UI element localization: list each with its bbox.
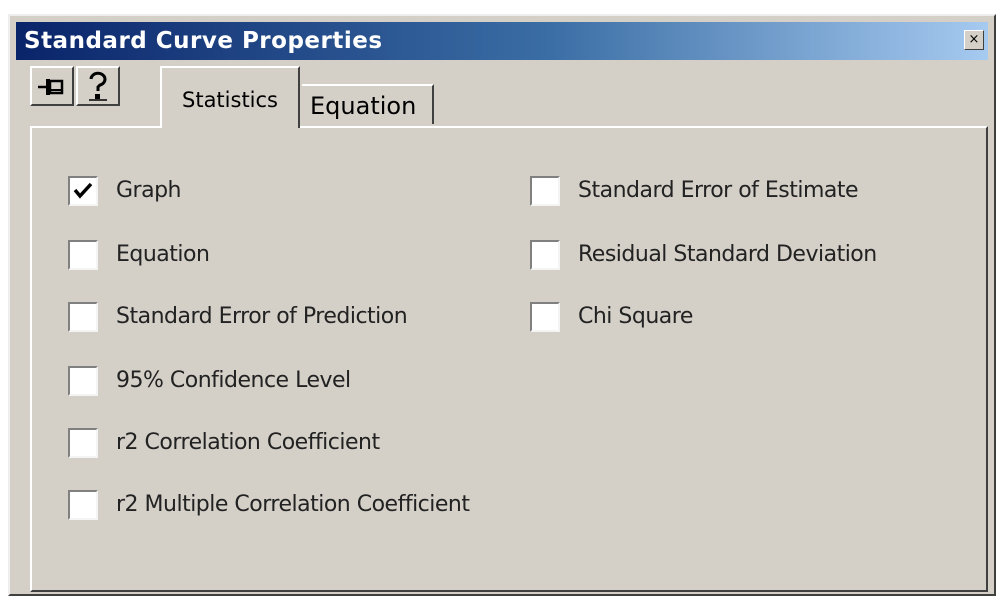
window-title: Standard Curve Properties — [24, 28, 383, 54]
pin-button[interactable] — [30, 66, 74, 106]
standard-error-of-prediction-label: Standard Error of Prediction — [116, 304, 408, 329]
chi-square-label: Chi Square — [578, 304, 693, 329]
standard-curve-properties-window: Standard Curve Properties × Statistics E… — [8, 14, 996, 596]
tab-equation-label: Equation — [310, 92, 417, 120]
graph-label: Graph — [116, 178, 181, 203]
standard-error-of-estimate-checkbox[interactable] — [530, 176, 560, 206]
help-button[interactable] — [76, 66, 120, 106]
tab-equation[interactable]: Equation — [302, 84, 434, 124]
residual-standard-deviation-label: Residual Standard Deviation — [578, 242, 877, 267]
checkmark-icon — [73, 182, 93, 199]
chi-square-checkbox[interactable] — [530, 302, 560, 332]
close-button[interactable]: × — [964, 30, 984, 50]
title-bar[interactable]: Standard Curve Properties × — [16, 22, 988, 60]
close-icon: × — [968, 32, 980, 47]
r2-correlation-coefficient-label: r2 Correlation Coefficient — [116, 430, 380, 455]
equation-checkbox[interactable] — [68, 240, 98, 270]
tab-statistics[interactable]: Statistics — [160, 66, 300, 128]
residual-standard-deviation-checkbox[interactable] — [530, 240, 560, 270]
r2-correlation-coefficient-checkbox[interactable] — [68, 428, 98, 458]
pin-icon — [38, 79, 64, 95]
graph-checkbox[interactable] — [68, 176, 98, 206]
equation-label: Equation — [116, 242, 210, 267]
help-icon — [89, 71, 107, 101]
r2-multiple-correlation-coefficient-label: r2 Multiple Correlation Coefficient — [116, 492, 470, 517]
r2-multiple-correlation-coefficient-checkbox[interactable] — [68, 490, 98, 520]
standard-error-of-estimate-label: Standard Error of Estimate — [578, 178, 859, 203]
confidence-level-label: 95% Confidence Level — [116, 368, 351, 393]
standard-error-of-prediction-checkbox[interactable] — [68, 302, 98, 332]
confidence-level-checkbox[interactable] — [68, 366, 98, 396]
statistics-panel: Graph Equation Standard Error of Predict… — [30, 126, 988, 592]
tab-statistics-label: Statistics — [182, 88, 278, 112]
